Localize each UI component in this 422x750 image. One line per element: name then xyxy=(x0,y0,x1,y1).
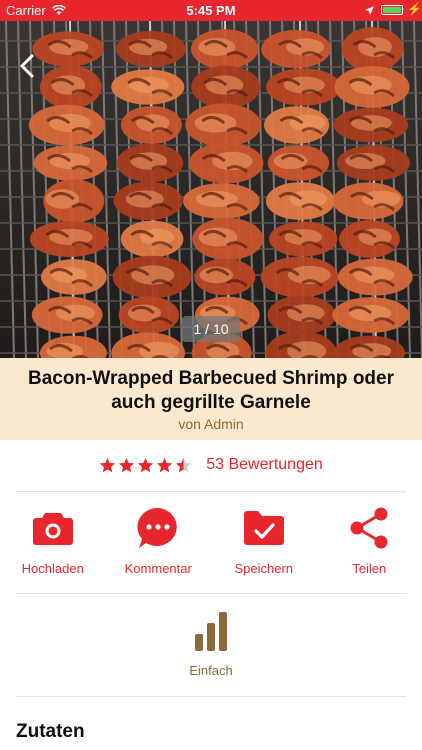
battery-icon xyxy=(381,5,403,15)
divider xyxy=(16,696,406,697)
share-button[interactable]: Teilen xyxy=(319,503,419,583)
action-bar: Hochladen Kommentar Speichern Teilen xyxy=(0,503,422,583)
camera-icon xyxy=(32,513,73,545)
bar-chart-icon xyxy=(195,612,227,651)
back-button[interactable] xyxy=(12,51,42,81)
star-rating[interactable] xyxy=(99,457,192,474)
star-icon xyxy=(100,457,116,472)
rating-count[interactable]: 53 Bewertungen xyxy=(206,456,323,474)
location-icon xyxy=(364,4,375,19)
share-icon xyxy=(350,507,388,549)
difficulty-indicator: Einfach xyxy=(161,610,261,678)
divider xyxy=(16,593,406,594)
difficulty-label: Einfach xyxy=(189,663,233,678)
comment-icon xyxy=(137,507,177,548)
recipe-header: Bacon-Wrapped Barbecued Shrimp oder auch… xyxy=(0,358,422,440)
comment-button[interactable]: Kommentar xyxy=(108,503,208,583)
star-icon xyxy=(157,457,173,472)
upload-button[interactable]: Hochladen xyxy=(3,503,103,583)
recipe-author[interactable]: von Admin xyxy=(0,416,422,432)
rating-row[interactable]: 53 Bewertungen xyxy=(0,448,422,482)
comment-label: Kommentar xyxy=(124,561,192,576)
folder-check-icon xyxy=(243,511,284,545)
chevron-left-icon xyxy=(19,54,34,78)
star-icon xyxy=(138,457,154,472)
status-bar: Carrier 5:45 PM ⚡ xyxy=(0,0,422,21)
status-time: 5:45 PM xyxy=(186,3,236,18)
save-label: Speichern xyxy=(234,561,294,576)
gallery-counter: 1 / 10 xyxy=(182,316,240,342)
recipe-title: Bacon-Wrapped Barbecued Shrimp oder auch… xyxy=(28,368,394,413)
star-icon xyxy=(119,457,135,472)
charging-icon: ⚡ xyxy=(407,2,422,16)
star-icon xyxy=(176,457,192,472)
share-label: Teilen xyxy=(352,561,387,576)
recipe-photo xyxy=(0,21,422,358)
divider xyxy=(16,491,406,492)
recipe-photo-gallery[interactable]: 1 / 10 xyxy=(0,21,422,358)
ingredients-heading: Zutaten xyxy=(16,721,85,742)
save-button[interactable]: Speichern xyxy=(214,503,314,583)
upload-label: Hochladen xyxy=(21,561,84,576)
